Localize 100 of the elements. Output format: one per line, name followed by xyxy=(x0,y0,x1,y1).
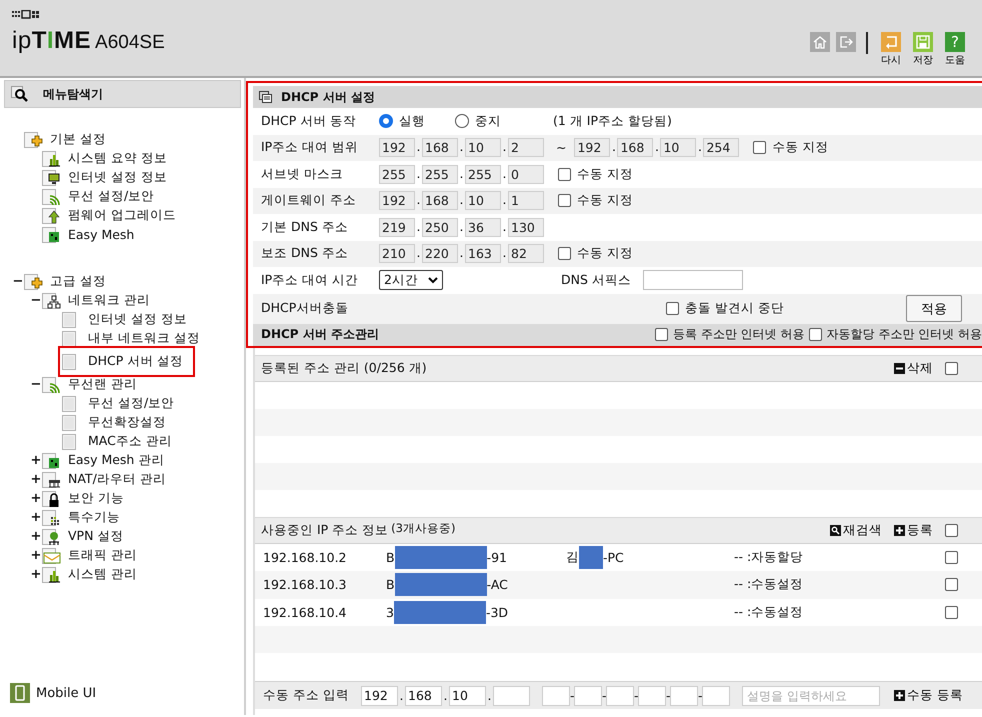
redaction-block xyxy=(579,546,603,569)
chevron-down-icon xyxy=(428,276,438,284)
register-button[interactable]: 등록 xyxy=(894,522,933,538)
checkbox[interactable] xyxy=(655,328,668,341)
tree-toggle[interactable]: + xyxy=(30,529,42,544)
manual-register-button[interactable]: 수동 등록 xyxy=(894,687,963,704)
separator: . xyxy=(416,139,422,156)
separator: . xyxy=(502,192,508,210)
assignment-status: -- :수동설정 xyxy=(734,576,804,594)
apply-button[interactable]: 적용 xyxy=(906,295,962,322)
field-label: 기본 DNS 주소 xyxy=(261,218,349,236)
description-field[interactable]: 설명을 입력하세요 xyxy=(742,686,880,706)
help-button[interactable]: ? 도움 xyxy=(942,32,968,67)
separator: . xyxy=(502,218,508,236)
octet-field[interactable]: 10 xyxy=(449,686,486,706)
separator: - xyxy=(602,688,606,704)
ip-address: 192.168.10.2 xyxy=(263,550,348,565)
tree-item[interactable]: Easy Mesh xyxy=(64,224,138,245)
octet-field[interactable]: 192 xyxy=(361,686,398,706)
envelope-icon xyxy=(42,546,61,564)
field-label: DHCP서버충돌 xyxy=(261,300,350,317)
network-icon xyxy=(42,292,61,310)
help-glyph: ? xyxy=(951,33,959,51)
mac-address: B xyxy=(386,577,395,592)
checkbox[interactable] xyxy=(945,606,958,619)
separator: . xyxy=(398,688,404,704)
checkbox-label: 자동할당 주소만 인터넷 허용 xyxy=(826,326,982,343)
window-icon xyxy=(259,90,273,104)
status-note: (1 개 IP주소 할당됨) xyxy=(553,112,672,130)
wifi-icon xyxy=(42,188,61,206)
octet-field[interactable] xyxy=(493,686,530,706)
delete-button[interactable]: 삭제 xyxy=(894,360,933,376)
field-label: 수동 주소 입력 xyxy=(263,687,350,704)
field-label: 보조 DNS 주소 xyxy=(261,245,349,262)
separator: . xyxy=(696,139,703,156)
separator: - xyxy=(698,688,702,704)
mac-field[interactable] xyxy=(638,686,666,706)
phone-icon xyxy=(10,683,30,703)
tree-toggle[interactable]: − xyxy=(30,293,42,308)
usage-count: (3개사용중) xyxy=(391,520,456,536)
checkbox[interactable] xyxy=(945,524,958,536)
checkbox[interactable] xyxy=(945,362,958,374)
router-icon xyxy=(42,470,61,488)
mac-field[interactable] xyxy=(574,686,602,706)
radio-label: 실행 xyxy=(399,112,425,130)
search-icon xyxy=(830,524,841,536)
mobile-ui-link[interactable]: Mobile UI xyxy=(36,686,96,700)
floppy-icon xyxy=(916,35,930,49)
input-field[interactable] xyxy=(642,270,743,290)
tree-toggle[interactable]: + xyxy=(30,548,42,563)
separator: - xyxy=(634,688,638,704)
checkbox[interactable] xyxy=(945,550,958,564)
field-label: IP주소 대여 시간 xyxy=(261,272,360,289)
separator: - xyxy=(570,688,574,704)
mac-address: B xyxy=(386,550,395,565)
checkbox[interactable] xyxy=(666,302,679,315)
checkbox[interactable] xyxy=(808,328,822,341)
separator: . xyxy=(502,245,508,262)
separator: . xyxy=(502,139,508,156)
radio-button[interactable] xyxy=(379,114,393,128)
minus-icon xyxy=(894,362,905,374)
lease-time-select[interactable]: 2시간 xyxy=(379,270,443,290)
separator: - xyxy=(666,688,670,704)
separator: . xyxy=(416,192,422,210)
mac-address: 3 xyxy=(386,604,394,620)
plus-icon xyxy=(894,524,905,536)
sidebar-title: 메뉴탐색기 xyxy=(43,86,103,102)
separator: . xyxy=(442,688,448,704)
checkbox[interactable] xyxy=(945,578,958,592)
octet-field[interactable]: 168 xyxy=(405,686,442,706)
tree-toggle[interactable]: + xyxy=(30,567,42,582)
mac-field[interactable] xyxy=(670,686,698,706)
tree-toggle[interactable]: + xyxy=(30,472,42,487)
mac-field[interactable] xyxy=(702,686,730,706)
mac-field[interactable] xyxy=(606,686,634,706)
folder-cross-icon xyxy=(24,272,43,290)
save-button[interactable]: 저장 xyxy=(910,32,936,67)
rescan-button[interactable]: 재검색 xyxy=(830,522,882,538)
host-name: 김 xyxy=(566,548,579,566)
assignment-status: -- :자동할당 xyxy=(734,548,804,566)
separator: . xyxy=(458,218,464,236)
field-label: 서브넷 마스크 xyxy=(261,166,344,183)
host-name: -PC xyxy=(603,550,624,565)
tree-toggle[interactable]: − xyxy=(12,274,24,289)
separator: . xyxy=(458,192,464,210)
tree-toggle[interactable]: + xyxy=(30,453,42,468)
lock-icon xyxy=(42,490,61,508)
radio-label: 중지 xyxy=(475,112,501,130)
tree-toggle[interactable]: − xyxy=(30,377,42,392)
return-icon xyxy=(884,35,898,49)
tree-toggle[interactable]: + xyxy=(30,510,42,525)
tree-item[interactable]: DHCP 서버 설정 xyxy=(84,350,188,373)
mesh-icon xyxy=(42,226,61,244)
bar-chart-icon xyxy=(42,566,61,584)
radio-button[interactable] xyxy=(455,114,469,128)
tree-toggle[interactable]: + xyxy=(30,491,42,506)
checkbox-label: 충돌 발견시 중단 xyxy=(685,300,784,317)
mac-field[interactable] xyxy=(542,686,570,706)
undo-button[interactable]: 다시 xyxy=(878,32,904,67)
model-name: A604SE xyxy=(95,32,165,54)
